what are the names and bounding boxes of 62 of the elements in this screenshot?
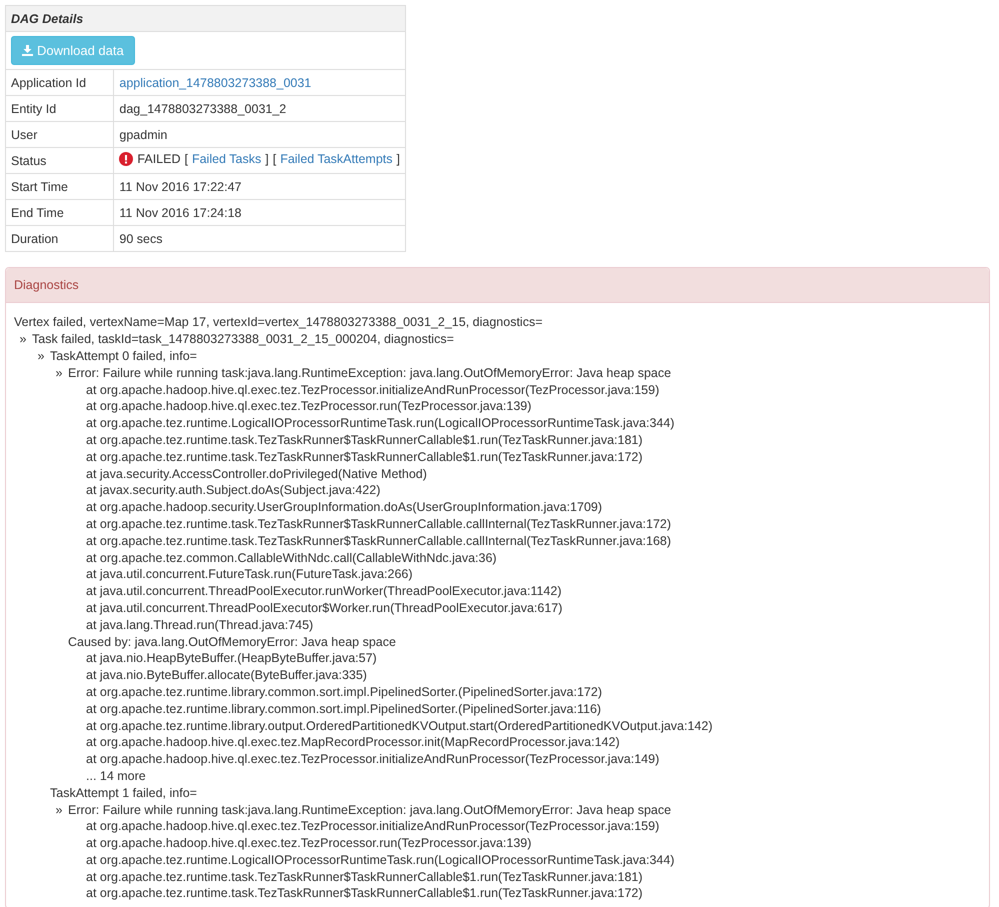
failed-link[interactable]: Failed Tasks bbox=[192, 152, 262, 166]
detail-label: End Time bbox=[11, 206, 64, 220]
log-line: at org.apache.hadoop.hive.ql.exec.tez.TezProcessor.initializeAndRunProcessor(TezProcessor.java:149) bbox=[86, 752, 660, 766]
detail-value: dag_1478803273388_0031_2 bbox=[119, 102, 286, 116]
bracket-text: ] bbox=[396, 152, 400, 166]
log-line: Error: Failure while running task:java.lang.RuntimeException: java.lang.OutOfMemoryError: Java heap space bbox=[68, 802, 672, 816]
log-line: at org.apache.tez.runtime.library.output.OrderedPartitionedKVOutput.start(OrderedPartitionedKVOutput.java:142) bbox=[86, 718, 712, 733]
detail-label: Entity Id bbox=[11, 102, 56, 116]
log-line: at javax.security.auth.Subject.doAs(Subject.java:422) bbox=[86, 483, 380, 498]
status-text: FAILED bbox=[137, 152, 180, 166]
log-line: at java.security.AccessController.doPrivileged(Native Method) bbox=[86, 466, 427, 481]
log-line: at org.apache.tez.runtime.task.TezTaskRunner$TaskRunnerCallable$1.run(TezTaskRunner.java:181) bbox=[86, 432, 643, 447]
detail-value: 11 Nov 2016 17:24:18 bbox=[119, 206, 242, 220]
detail-label: Application Id bbox=[11, 76, 86, 90]
log-line: TaskAttempt 1 failed, info= bbox=[50, 786, 197, 800]
log-line: at java.util.concurrent.FutureTask.run(FutureTask.java:266) bbox=[86, 567, 413, 582]
log-line: at org.apache.hadoop.security.UserGroupInformation.doAs(UserGroupInformation.java:1709) bbox=[86, 500, 602, 514]
log-line: at org.apache.tez.runtime.library.common.sort.impl.PipelinedSorter.(PipelinedSorter.java:172) bbox=[86, 684, 602, 699]
log-line: at java.nio.HeapByteBuffer.(HeapByteBuffer.java:57) bbox=[86, 651, 377, 666]
failed-link[interactable]: Failed TaskAttempts bbox=[280, 152, 393, 166]
log-line: at org.apache.hadoop.hive.ql.exec.tez.TezProcessor.initializeAndRunProcessor(TezProcessor.java:159) bbox=[86, 819, 660, 834]
log-line: at java.nio.ByteBuffer.allocate(ByteBuffer.java:335) bbox=[86, 668, 367, 682]
log-line: at org.apache.tez.runtime.task.TezTaskRunner$TaskRunnerCallable.callInternal(TezTaskRunner.java:172) bbox=[86, 516, 672, 531]
bullet-marker: » bbox=[54, 802, 64, 816]
log-line: at org.apache.hadoop.hive.ql.exec.tez.TezProcessor.run(TezProcessor.java:139) bbox=[86, 399, 532, 414]
log-line: at java.lang.Thread.run(Thread.java:745) bbox=[86, 618, 314, 632]
download-icon bbox=[22, 45, 33, 56]
detail-label: Start Time bbox=[11, 180, 68, 194]
log-line: Task failed, taskId=task_1478803273388_0031_2_15_000204, diagnostics= bbox=[32, 332, 454, 346]
detail-value: gpadmin bbox=[119, 128, 168, 142]
detail-label: Status bbox=[11, 154, 46, 168]
detail-label: Duration bbox=[11, 232, 58, 246]
log-line: at org.apache.tez.runtime.task.TezTaskRunner$TaskRunnerCallable$1.run(TezTaskRunner.java:181) bbox=[86, 870, 643, 884]
log-line: at org.apache.tez.runtime.LogicalIOProcessorRuntimeTask.run(LogicalIOProcessorRuntimeTask.java:344) bbox=[86, 416, 674, 430]
log-line: at org.apache.tez.common.CallableWithNdc.call(CallableWithNdc.java:36) bbox=[86, 550, 497, 565]
table-title: DAG Details bbox=[11, 12, 84, 26]
log-line: at org.apache.tez.runtime.task.TezTaskRunner$TaskRunnerCallable$1.run(TezTaskRunner.java:172) bbox=[86, 886, 643, 900]
log-line: TaskAttempt 0 failed, info= bbox=[50, 348, 197, 363]
bracket-text: [ bbox=[184, 152, 188, 166]
bracket-text: ] bbox=[265, 152, 269, 166]
panel-title: Diagnostics bbox=[14, 278, 79, 292]
log-line: at org.apache.hadoop.hive.ql.exec.tez.MapRecordProcessor.init(MapRecordProcessor.java:142) bbox=[86, 735, 620, 750]
detail-value: 90 secs bbox=[119, 232, 162, 246]
log-line: at org.apache.tez.runtime.task.TezTaskRunner$TaskRunnerCallable$1.run(TezTaskRunner.java:172) bbox=[86, 450, 643, 464]
log-line: Error: Failure while running task:java.lang.RuntimeException: java.lang.OutOfMemoryError: Java heap space bbox=[68, 366, 672, 380]
log-line: at java.util.concurrent.ThreadPoolExecutor$Worker.run(ThreadPoolExecutor.java:617) bbox=[86, 600, 562, 615]
detail-label: User bbox=[11, 128, 38, 142]
log-line: at org.apache.hadoop.hive.ql.exec.tez.TezProcessor.run(TezProcessor.java:139) bbox=[86, 836, 532, 850]
log-line: at java.util.concurrent.ThreadPoolExecutor.runWorker(ThreadPoolExecutor.java:1142) bbox=[86, 584, 562, 598]
log-line: Caused by: java.lang.OutOfMemoryError: Java heap space bbox=[68, 634, 396, 649]
log-line: at org.apache.tez.runtime.LogicalIOProcessorRuntimeTask.run(LogicalIOProcessorRuntimeTask.java:344) bbox=[86, 852, 674, 867]
log-line: at org.apache.tez.runtime.task.TezTaskRunner$TaskRunnerCallable.callInternal(TezTaskRunner.java:168) bbox=[86, 534, 672, 548]
log-line: ... 14 more bbox=[86, 768, 146, 783]
error-icon bbox=[119, 152, 134, 166]
bullet-marker: » bbox=[54, 366, 64, 380]
detail-value: 11 Nov 2016 17:22:47 bbox=[119, 180, 242, 194]
bullet-marker: » bbox=[36, 348, 46, 363]
log-line: Vertex failed, vertexName=Map 17, vertexId=vertex_1478803273388_0031_2_15, diagnostics= bbox=[14, 315, 542, 330]
log-line: at org.apache.tez.runtime.library.common.sort.impl.PipelinedSorter.(PipelinedSorter.java:116) bbox=[86, 702, 602, 716]
log-line: at org.apache.hadoop.hive.ql.exec.tez.TezProcessor.initializeAndRunProcessor(TezProcessor.java:159) bbox=[86, 382, 660, 397]
bullet-marker: » bbox=[18, 332, 28, 346]
bracket-text: [ bbox=[272, 152, 276, 166]
